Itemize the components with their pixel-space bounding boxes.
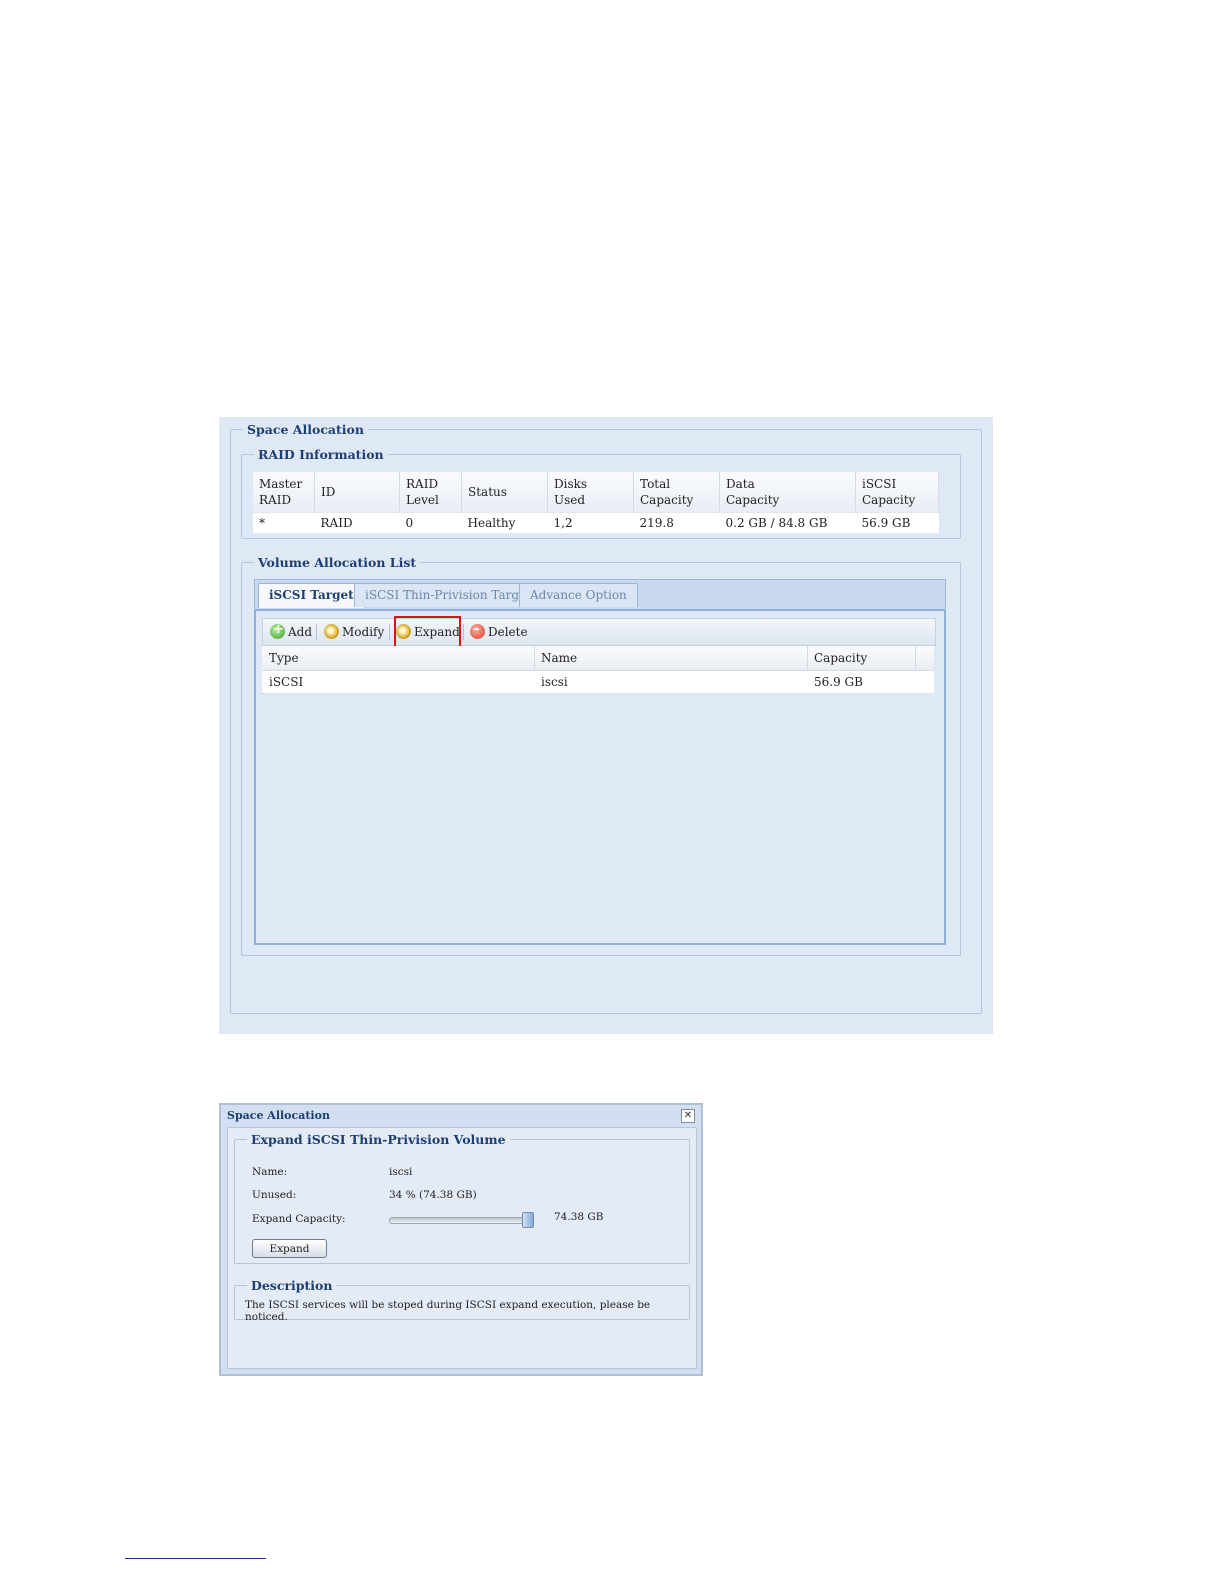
unused-value: 34 % (74.38 GB): [389, 1189, 477, 1201]
row-capacity: 56.9 GB: [814, 675, 863, 689]
expand-volume-group: Expand iSCSI Thin-Privision Volume Name:…: [234, 1132, 690, 1264]
grid-col-type[interactable]: Type: [269, 646, 299, 670]
description-group: Description The ISCSI services will be s…: [234, 1278, 690, 1323]
column-divider[interactable]: [915, 646, 916, 670]
cell-disks-used: 1,2: [547, 512, 634, 533]
dialog-title: Space Allocation: [227, 1109, 330, 1122]
unused-label: Unused:: [252, 1189, 297, 1201]
toolbar: Add Modify Expand Delete: [262, 616, 936, 648]
add-icon: [270, 622, 285, 639]
raid-table: Master RAID ID RAID Level Status Disks Used…: [253, 472, 939, 533]
grid-col-capacity[interactable]: Capacity: [814, 646, 867, 670]
table-row[interactable]: * RAID 0 Healthy 1,2 219.8 0.2 GB / 84.8…: [253, 512, 939, 533]
add-button[interactable]: Add: [270, 622, 313, 640]
volume-allocation-title: Volume Allocation List: [258, 555, 417, 570]
col-id[interactable]: ID: [314, 472, 400, 513]
volume-grid: Type Name Capacity iSCSI iscsi 56.9 GB: [262, 646, 934, 694]
cell-id: RAID: [314, 512, 400, 533]
modify-label: Modify: [342, 625, 385, 639]
cell-master-raid: *: [253, 512, 315, 533]
expand-capacity-value: 74.38 GB: [554, 1211, 604, 1223]
delete-button[interactable]: Delete: [470, 622, 528, 640]
expand-capacity-label: Expand Capacity:: [252, 1213, 346, 1225]
space-allocation-title: Space Allocation: [247, 422, 364, 437]
space-allocation-panel: Space Allocation RAID Information Master…: [219, 417, 993, 1034]
col-total-capacity[interactable]: Total Capacity: [633, 472, 720, 513]
table-row[interactable]: iSCSI iscsi 56.9 GB: [262, 671, 934, 694]
expand-submit-button[interactable]: Expand: [252, 1239, 327, 1258]
expand-capacity-slider-track[interactable]: [389, 1217, 531, 1224]
cell-iscsi-capacity: 56.9 GB: [855, 512, 939, 533]
name-value: iscsi: [389, 1166, 413, 1178]
tab-iscsi-target[interactable]: iSCSI Target: [258, 583, 365, 608]
cell-raid-level: 0: [399, 512, 462, 533]
tab-content: Add Modify Expand Delete Type: [254, 609, 946, 945]
col-master-raid[interactable]: Master RAID: [253, 472, 315, 513]
column-divider[interactable]: [807, 646, 808, 670]
raid-information-title: RAID Information: [258, 447, 384, 462]
dialog-body: Expand iSCSI Thin-Privision Volume Name:…: [227, 1127, 697, 1369]
add-label: Add: [288, 625, 313, 639]
name-label: Name:: [252, 1166, 288, 1178]
tab-iscsi-thin-provision-target[interactable]: iSCSI Thin-Privision Target: [354, 583, 542, 607]
row-name: iscsi: [541, 675, 568, 689]
grid-header: Type Name Capacity: [262, 646, 934, 671]
toolbar-divider: [389, 624, 390, 640]
volume-tabs: iSCSI Target iSCSI Thin-Privision Target…: [254, 579, 946, 610]
row-type: iSCSI: [269, 675, 304, 689]
description-title: Description: [251, 1278, 333, 1293]
cell-data-capacity: 0.2 GB / 84.8 GB: [719, 512, 856, 533]
expand-highlight-box: [394, 616, 461, 648]
col-data-capacity[interactable]: Data Capacity: [719, 472, 856, 513]
col-iscsi-capacity[interactable]: iSCSI Capacity: [855, 472, 939, 513]
expand-capacity-slider-handle[interactable]: [522, 1212, 534, 1228]
column-divider[interactable]: [534, 646, 535, 670]
modify-button[interactable]: Modify: [324, 624, 384, 640]
col-disks-used[interactable]: Disks Used: [547, 472, 634, 513]
toolbar-divider: [463, 624, 464, 640]
grid-col-name[interactable]: Name: [541, 646, 577, 670]
delete-icon: [470, 622, 485, 639]
tab-advance-option[interactable]: Advance Option: [519, 583, 638, 607]
toolbar-divider: [316, 624, 317, 640]
col-raid-level[interactable]: RAID Level: [399, 472, 462, 513]
footnote-separator: [125, 1558, 266, 1559]
gear-icon: [324, 624, 339, 639]
delete-label: Delete: [488, 625, 528, 639]
expand-volume-title: Expand iSCSI Thin-Privision Volume: [251, 1132, 506, 1147]
col-status[interactable]: Status: [461, 472, 548, 513]
cell-status: Healthy: [461, 512, 548, 533]
close-icon[interactable]: ✕: [681, 1109, 695, 1123]
cell-total-capacity: 219.8: [633, 512, 720, 533]
raid-table-header: Master RAID ID RAID Level Status Disks Used…: [253, 472, 939, 513]
description-text: The ISCSI services will be stoped during…: [245, 1299, 651, 1323]
expand-dialog: Space Allocation ✕ Expand iSCSI Thin-Pri…: [219, 1103, 703, 1376]
